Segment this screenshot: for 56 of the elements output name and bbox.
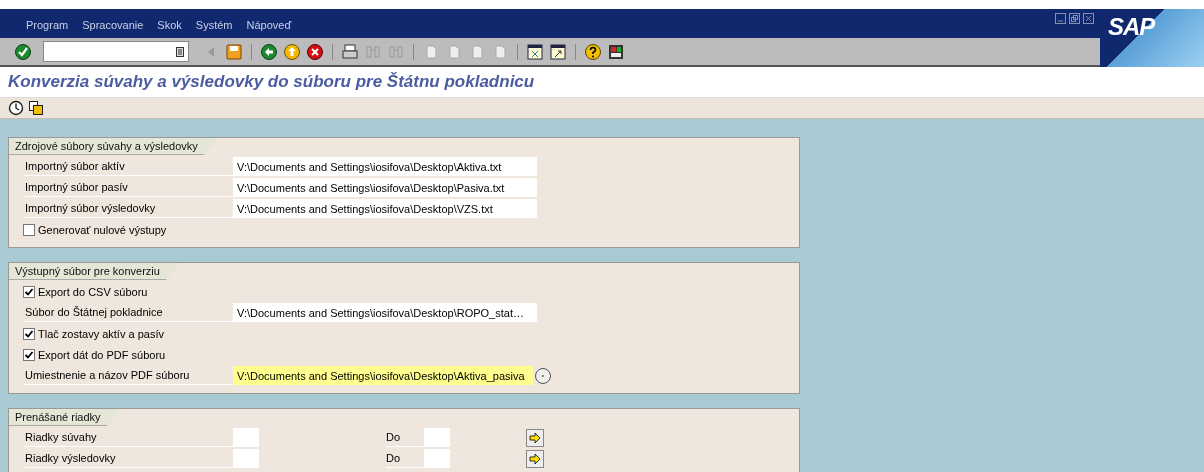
- input-field[interactable]: V:\Documents and Settings\iosifova\Desktop\Aktiva_pasiva: [233, 366, 533, 385]
- menu-item[interactable]: Systém: [195, 19, 233, 31]
- input-field[interactable]: V:\Documents and Settings\iosifova\Desktop\Aktiva.txt: [233, 157, 537, 176]
- menu-item[interactable]: Skok: [157, 19, 182, 31]
- execute-icon[interactable]: [8, 100, 24, 116]
- group-title: Prenášané riadky: [9, 409, 121, 426]
- multiple-selection-button[interactable]: [526, 428, 544, 447]
- value-help-button[interactable]: [535, 367, 551, 384]
- checkbox[interactable]: [23, 285, 35, 298]
- input-field[interactable]: [233, 449, 259, 468]
- checkbox[interactable]: [23, 348, 35, 361]
- menu-item[interactable]: Spracovanie: [82, 19, 144, 31]
- restore-icon[interactable]: [1069, 13, 1080, 24]
- back-icon[interactable]: [260, 42, 278, 61]
- arrow-icon: [529, 431, 541, 444]
- field-label: Súbor do Štátnej pokladnice: [23, 303, 233, 322]
- menu-item[interactable]: Program: [26, 19, 69, 31]
- input-field[interactable]: [424, 449, 450, 468]
- close-icon[interactable]: [1083, 13, 1094, 24]
- command-field[interactable]: [43, 41, 189, 62]
- checkbox-label: Tlač zostavy aktív a pasív: [38, 327, 164, 340]
- cancel-icon[interactable]: [306, 42, 324, 61]
- minimize-icon[interactable]: [1055, 13, 1066, 24]
- checkbox-label: Generovať nulové výstupy: [38, 223, 167, 236]
- arrow-icon: [529, 452, 541, 465]
- input-field[interactable]: V:\Documents and Settings\iosifova\Desktop\Pasiva.txt: [233, 178, 537, 197]
- checkbox-label: Export do CSV súboru: [38, 285, 148, 298]
- menu-item[interactable]: Nápoveď: [246, 19, 292, 31]
- save-icon[interactable]: [225, 42, 243, 61]
- screen-title: Konverzia súvahy a výsledovky do súboru pre Štátnu pokladnicu: [8, 72, 535, 92]
- checkbox[interactable]: [23, 327, 35, 340]
- enter-icon[interactable]: [14, 42, 32, 61]
- checkbox[interactable]: [23, 223, 35, 236]
- history-icon[interactable]: [176, 46, 184, 57]
- multiple-selection-button[interactable]: [526, 449, 544, 468]
- input-field[interactable]: [233, 428, 259, 447]
- exit-icon[interactable]: [283, 42, 301, 61]
- field-label: Riadky výsledovky: [23, 449, 233, 468]
- input-field[interactable]: V:\Documents and Settings\iosifova\Desktop\ROPO_stat…: [233, 303, 537, 322]
- checkbox-label: Export dát do PDF súboru: [38, 348, 166, 361]
- group-title: Výstupný súbor pre konverziu: [9, 263, 180, 280]
- group-title: Zdrojové súbory súvahy a výsledovky: [9, 138, 218, 155]
- field-label: Importný súbor aktív: [23, 157, 233, 176]
- sap-logo: SAP: [1100, 9, 1204, 67]
- help-icon[interactable]: [584, 42, 602, 61]
- new-window-icon[interactable]: [526, 42, 544, 61]
- shortcut-icon[interactable]: [549, 42, 567, 61]
- variant-icon[interactable]: [28, 100, 44, 116]
- field-label: Umiestnenie a názov PDF súboru: [23, 366, 233, 385]
- input-field[interactable]: [424, 428, 450, 447]
- layout-icon[interactable]: [607, 42, 625, 61]
- input-field[interactable]: V:\Documents and Settings\iosifova\Desktop\VZS.txt: [233, 199, 537, 218]
- field-label: Riadky súvahy: [23, 428, 233, 447]
- print-icon[interactable]: [341, 42, 359, 61]
- field-label: Importný súbor pasív: [23, 178, 233, 197]
- field-label: Importný súbor výsledovky: [23, 199, 233, 218]
